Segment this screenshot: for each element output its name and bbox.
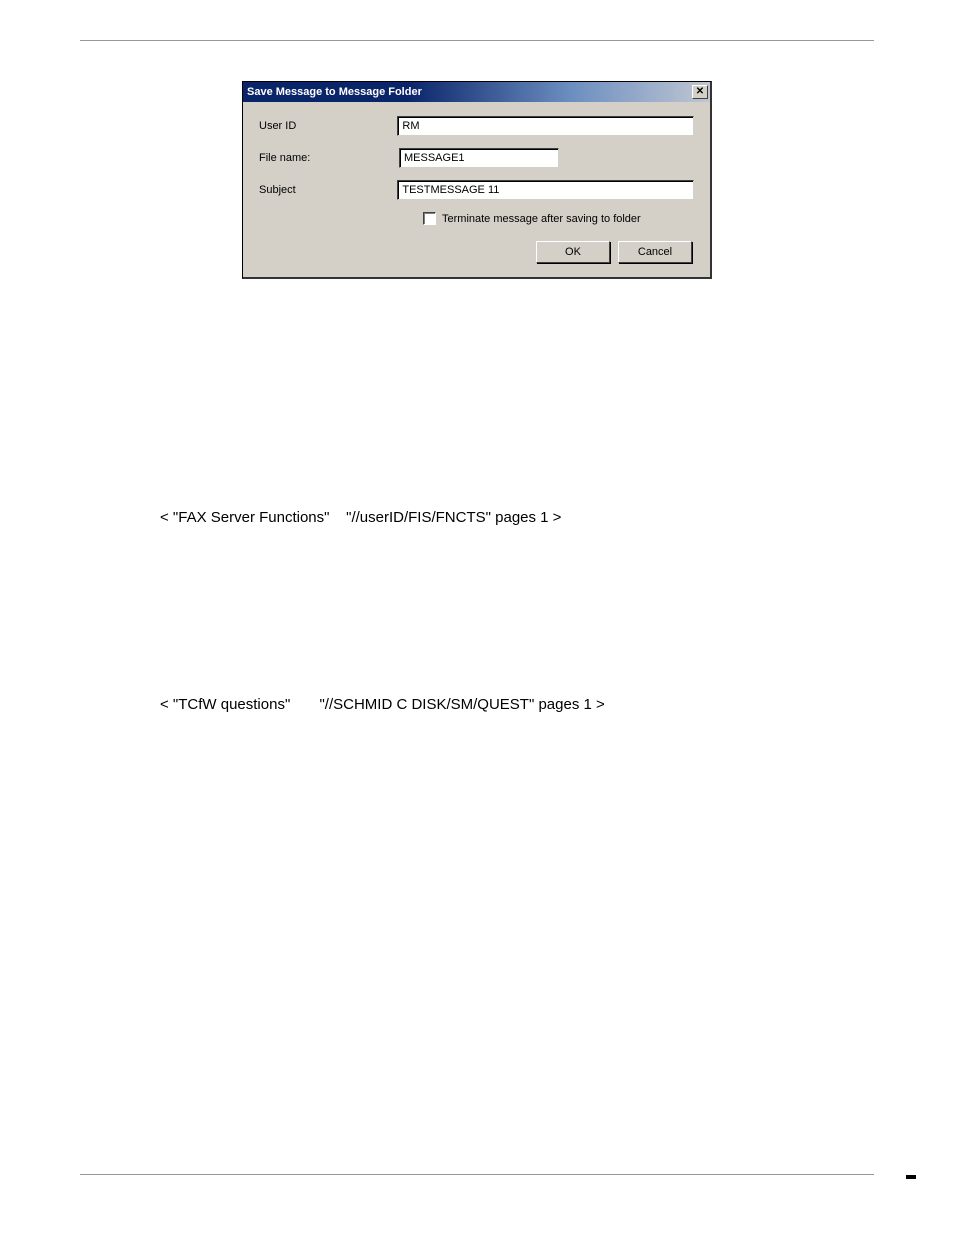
subject-field[interactable] [397,180,694,200]
terminate-checkbox-label: Terminate message after saving to folder [442,213,641,225]
code-example-1: < "FAX Server Functions" "//userID/FIS/F… [160,509,874,526]
dialog-title: Save Message to Message Folder [247,86,422,98]
dialog-titlebar: Save Message to Message Folder ✕ [243,82,710,102]
bottom-divider [80,1174,874,1175]
top-divider [80,40,874,41]
cancel-button[interactable]: Cancel [618,241,692,263]
file-name-field[interactable] [399,148,559,168]
file-name-label: File name: [259,152,399,164]
close-icon[interactable]: ✕ [692,85,708,99]
terminate-checkbox[interactable] [423,212,436,225]
user-id-label: User ID [259,120,397,132]
code-example-2: < "TCfW questions" "//SCHMID C DISK/SM/Q… [160,696,874,713]
user-id-field[interactable] [397,116,694,136]
ok-button[interactable]: OK [536,241,610,263]
save-message-dialog: Save Message to Message Folder ✕ User ID… [242,81,712,279]
subject-label: Subject [259,184,397,196]
page-corner-mark [906,1175,916,1179]
